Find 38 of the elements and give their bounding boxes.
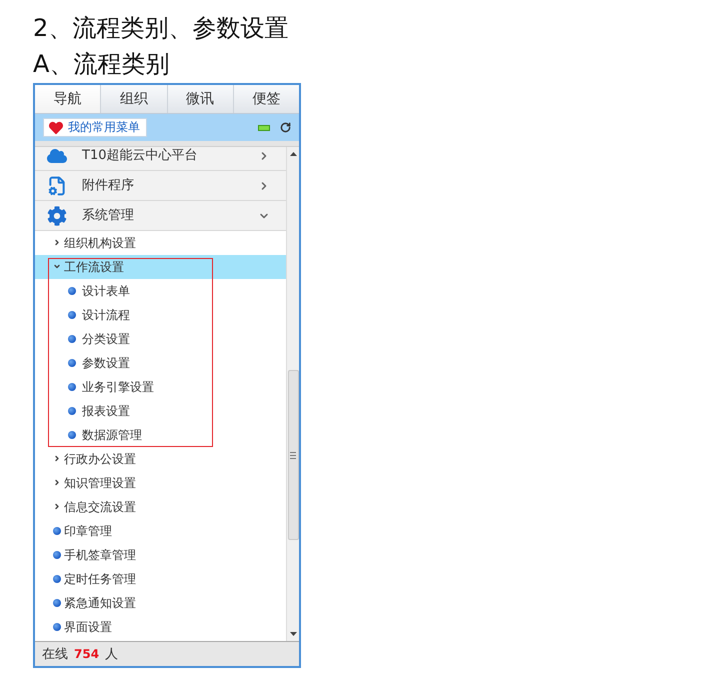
cloud-icon <box>47 147 67 166</box>
bullet-icon <box>53 623 61 631</box>
nav-tab[interactable]: 组织 <box>101 85 168 113</box>
bullet-icon <box>68 287 76 295</box>
nav-tab[interactable]: 微讯 <box>168 85 234 113</box>
favorites-button[interactable]: 我的常用菜单 <box>43 118 147 137</box>
bullet-icon <box>53 575 61 583</box>
section-heading: 2、流程类别、参数设置 <box>33 13 288 44</box>
arrow-down-icon <box>290 632 296 636</box>
refresh-icon[interactable] <box>280 122 291 133</box>
grip-icon <box>290 452 296 458</box>
bullet-icon <box>68 383 76 391</box>
status-label: 在线 <box>42 646 68 663</box>
bullet-icon <box>53 527 61 535</box>
bullet-icon <box>53 599 61 607</box>
scrollbar-thumb[interactable] <box>288 370 298 540</box>
heart-icon <box>49 120 63 134</box>
module-label: 系统管理 <box>82 208 135 224</box>
module-label: 附件程序 <box>82 178 135 194</box>
menu-module[interactable]: 系统管理 <box>35 201 286 231</box>
subsection-heading: A、流程类别 <box>33 49 170 80</box>
nav-tab[interactable]: 便签 <box>234 85 299 113</box>
status-unit: 人 <box>105 646 118 663</box>
bullet-icon <box>68 407 76 415</box>
document-gear-icon <box>47 176 67 196</box>
menu-module[interactable]: T10超能云中心平台 <box>35 147 286 171</box>
bullet-icon <box>68 431 76 439</box>
bullet-icon <box>68 335 76 343</box>
arrow-up-icon <box>290 152 296 156</box>
menu-module[interactable]: 附件程序 <box>35 171 286 201</box>
online-count: 754 <box>74 647 100 661</box>
nav-tab[interactable]: 导航 <box>35 85 102 113</box>
bullet-icon <box>68 311 76 319</box>
module-label: T10超能云中心平台 <box>82 148 198 164</box>
bullet-icon <box>53 551 61 559</box>
gear-icon <box>47 206 67 226</box>
bullet-icon <box>68 359 76 367</box>
tree-item[interactable]: 工作流设置 <box>35 255 286 279</box>
